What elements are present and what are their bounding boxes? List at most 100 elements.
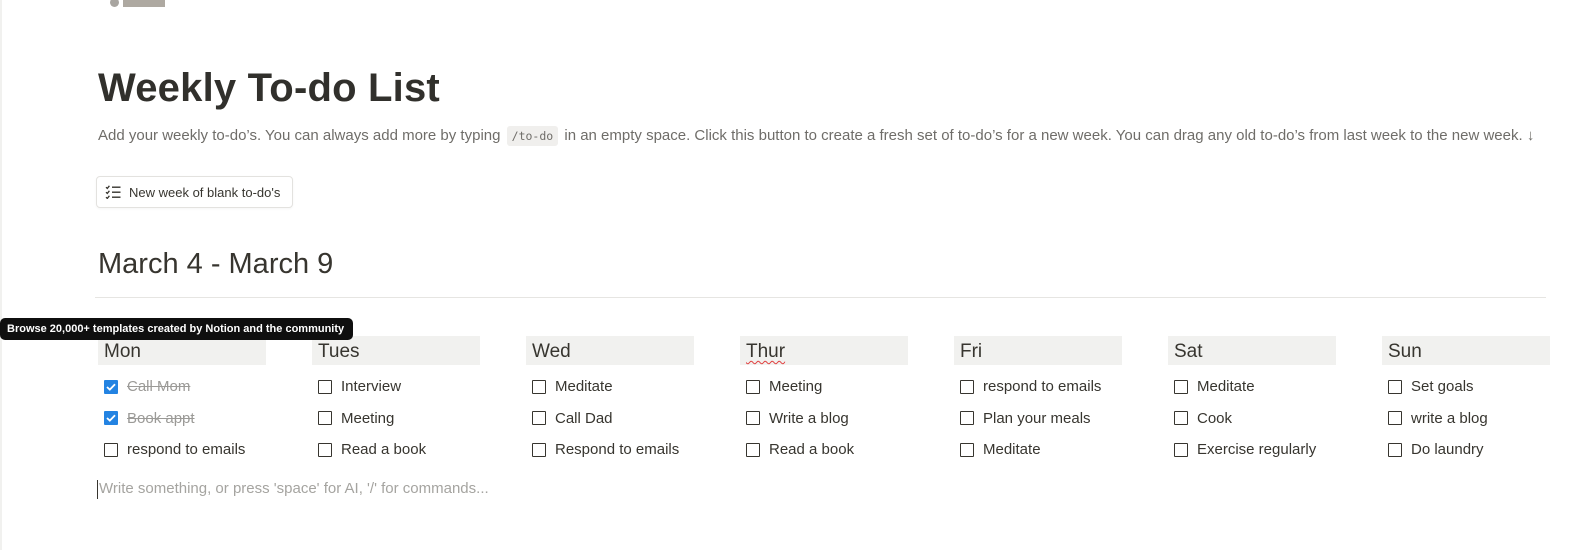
todo-text[interactable]: Set goals: [1411, 378, 1474, 395]
checkbox-checked[interactable]: [104, 379, 118, 394]
todo-item[interactable]: Call Mom: [98, 371, 266, 403]
todo-item[interactable]: Interview: [312, 371, 480, 403]
day-header[interactable]: Wed: [526, 336, 694, 365]
day-column-mon: Mon Call Mom Book appt respond to emails: [98, 336, 266, 466]
checkbox[interactable]: [1174, 442, 1188, 457]
todo-item[interactable]: Write a blog: [740, 403, 908, 435]
todo-text[interactable]: Meeting: [769, 378, 822, 395]
week-heading[interactable]: March 4 - March 9: [98, 248, 333, 281]
day-column-thur: Thur Meeting Write a blog Read a book: [740, 336, 908, 466]
cover-bar-icon: [123, 0, 165, 7]
new-block-input[interactable]: Write something, or press 'space' for AI…: [97, 478, 489, 500]
todo-item[interactable]: Respond to emails: [526, 434, 694, 466]
checkbox[interactable]: [318, 442, 332, 457]
todo-text[interactable]: Exercise regularly: [1197, 441, 1316, 458]
checkbox[interactable]: [1388, 379, 1402, 394]
checkbox[interactable]: [532, 379, 546, 394]
todo-item[interactable]: respond to emails: [98, 434, 266, 466]
checkbox[interactable]: [960, 442, 974, 457]
new-week-button[interactable]: New week of blank to-do's: [96, 176, 294, 208]
todo-item[interactable]: Meditate: [1168, 371, 1336, 403]
description-text: Add your weekly to-do’s. You can always …: [98, 127, 505, 144]
todo-item[interactable]: Set goals: [1382, 371, 1550, 403]
checkbox[interactable]: [1174, 379, 1188, 394]
todo-item[interactable]: Meeting: [740, 371, 908, 403]
todo-text[interactable]: Write a blog: [769, 410, 849, 427]
checkmark-icon: [106, 383, 116, 391]
todo-text[interactable]: Call Mom: [127, 378, 190, 395]
todo-text[interactable]: Do laundry: [1411, 441, 1484, 458]
todo-list: Meditate Call Dad Respond to emails: [526, 371, 694, 466]
checkbox[interactable]: [746, 442, 760, 457]
todo-item[interactable]: Meeting: [312, 403, 480, 435]
todo-item[interactable]: Meditate: [954, 434, 1122, 466]
checkbox[interactable]: [318, 411, 332, 426]
checkbox[interactable]: [1388, 411, 1402, 426]
todo-text[interactable]: Cook: [1197, 410, 1232, 427]
todo-list: Meeting Write a blog Read a book: [740, 371, 908, 466]
todo-item[interactable]: Exercise regularly: [1168, 434, 1336, 466]
day-column-sun: Sun Set goals write a blog Do laundry: [1382, 336, 1550, 466]
checkbox[interactable]: [746, 379, 760, 394]
checkbox[interactable]: [960, 379, 974, 394]
todo-text[interactable]: Read a book: [769, 441, 854, 458]
checkbox[interactable]: [532, 411, 546, 426]
cover-dot-icon: [110, 0, 119, 7]
checkbox-checked[interactable]: [104, 411, 118, 426]
checkmark-icon: [106, 414, 116, 423]
todo-text[interactable]: respond to emails: [127, 441, 245, 458]
todo-item[interactable]: Meditate: [526, 371, 694, 403]
todo-item[interactable]: Read a book: [740, 434, 908, 466]
checklist-icon: [105, 185, 121, 199]
todo-item[interactable]: Read a book: [312, 434, 480, 466]
new-week-button-label: New week of blank to-do's: [129, 184, 281, 200]
day-header[interactable]: Mon: [98, 336, 266, 365]
todo-item[interactable]: Do laundry: [1382, 434, 1550, 466]
description-text-continued: in an empty space. Click this button to …: [560, 127, 1535, 144]
day-header[interactable]: Tues: [312, 336, 480, 365]
day-header-label: Mon: [104, 341, 141, 362]
checkbox[interactable]: [532, 442, 546, 457]
checkbox[interactable]: [318, 379, 332, 394]
todo-list: Meditate Cook Exercise regularly: [1168, 371, 1336, 466]
todo-text[interactable]: Meditate: [555, 378, 613, 395]
todo-list: Set goals write a blog Do laundry: [1382, 371, 1550, 466]
todo-item[interactable]: Cook: [1168, 403, 1336, 435]
inline-code: /to-do: [506, 126, 559, 146]
todo-text[interactable]: Meeting: [341, 410, 394, 427]
todo-text[interactable]: Meditate: [1197, 378, 1255, 395]
todo-text[interactable]: Call Dad: [555, 410, 613, 427]
new-block-placeholder: Write something, or press 'space' for AI…: [99, 480, 489, 497]
todo-item[interactable]: respond to emails: [954, 371, 1122, 403]
checkbox[interactable]: [746, 411, 760, 426]
day-header[interactable]: Thur: [740, 336, 908, 365]
todo-text[interactable]: Read a book: [341, 441, 426, 458]
todo-item[interactable]: Book appt: [98, 403, 266, 435]
todo-text[interactable]: write a blog: [1411, 410, 1488, 427]
day-column-wed: Wed Meditate Call Dad Respond to emails: [526, 336, 694, 466]
checkbox[interactable]: [104, 442, 118, 457]
todo-item[interactable]: Plan your meals: [954, 403, 1122, 435]
todo-item[interactable]: Call Dad: [526, 403, 694, 435]
day-header-label: Sun: [1388, 341, 1422, 362]
todo-text[interactable]: Meditate: [983, 441, 1041, 458]
checkbox[interactable]: [1388, 442, 1402, 457]
todo-text[interactable]: Book appt: [127, 410, 195, 427]
day-column-sat: Sat Meditate Cook Exercise regularly: [1168, 336, 1336, 466]
todo-text[interactable]: Plan your meals: [983, 410, 1091, 427]
todo-text[interactable]: respond to emails: [983, 378, 1101, 395]
day-header-label: Wed: [532, 341, 571, 362]
page-title[interactable]: Weekly To-do List: [98, 66, 440, 111]
day-header[interactable]: Sun: [1382, 336, 1550, 365]
day-header[interactable]: Fri: [954, 336, 1122, 365]
page-description[interactable]: Add your weekly to-do’s. You can always …: [98, 124, 1538, 148]
day-header-label: Sat: [1174, 341, 1203, 362]
todo-item[interactable]: write a blog: [1382, 403, 1550, 435]
todo-text[interactable]: Respond to emails: [555, 441, 679, 458]
checkbox[interactable]: [960, 411, 974, 426]
todo-text[interactable]: Interview: [341, 378, 401, 395]
page-cover-icon[interactable]: [110, 0, 165, 8]
checkbox[interactable]: [1174, 411, 1188, 426]
day-header[interactable]: Sat: [1168, 336, 1336, 365]
todo-list: Interview Meeting Read a book: [312, 371, 480, 466]
